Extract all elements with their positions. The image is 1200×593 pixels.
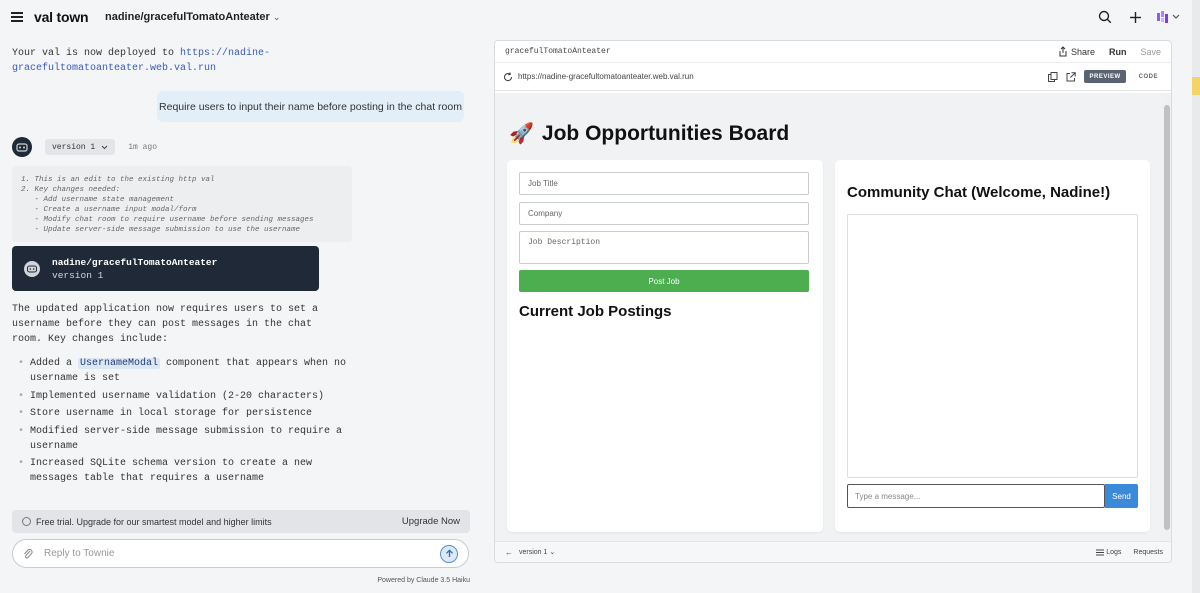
app-title-text: Job Opportunities Board — [541, 121, 790, 145]
trial-text: Free trial. Upgrade for our smartest mod… — [36, 516, 272, 527]
tab-preview[interactable]: PREVIEW — [1084, 70, 1126, 83]
project-name: nadine/gracefulTomatoAnteater — [105, 11, 270, 23]
preview-viewport: 🚀 Job Opportunities Board Job Title Comp… — [495, 93, 1163, 541]
reply-input[interactable]: Reply to Townie — [12, 539, 469, 568]
external-link-icon[interactable] — [1066, 71, 1077, 82]
logs-button[interactable]: Logs — [1096, 549, 1121, 556]
deploy-text: Your val is now deployed to — [12, 48, 181, 59]
reply-placeholder: Reply to Townie — [44, 548, 115, 559]
version-card-version: version 1 — [52, 269, 104, 281]
top-bar: val town nadine/gracefulTomatoAnteater ⌄ — [0, 0, 1200, 36]
changes-list: Added a UsernameModal component that app… — [18, 356, 348, 489]
top-actions — [1096, 8, 1182, 26]
footer-version-label: version 1 — [519, 549, 548, 556]
list-icon — [1096, 549, 1105, 555]
user-avatar-icon[interactable] — [1156, 8, 1182, 26]
chevron-down-icon: ⌄ — [272, 12, 281, 22]
job-description-textarea[interactable]: Job Description — [519, 231, 809, 264]
search-icon[interactable] — [1096, 8, 1114, 26]
back-arrow-icon[interactable]: ← — [505, 548, 513, 557]
job-description-placeholder: Job Description — [528, 238, 601, 247]
requests-button[interactable]: Requests — [1133, 549, 1163, 556]
logo[interactable]: val town — [34, 9, 89, 25]
powered-by: Powered by Claude 3.5 Haiku — [377, 577, 470, 584]
preview-footer: ← version 1 ⌄ Logs Requests — [495, 541, 1171, 562]
scrollbar[interactable] — [1163, 93, 1171, 541]
version-label: version 1 — [52, 142, 96, 152]
refresh-icon[interactable] — [503, 71, 513, 82]
chevron-down-icon — [101, 145, 108, 149]
share-button[interactable]: Share — [1058, 46, 1095, 57]
edge-highlight — [1192, 77, 1200, 95]
url-bar: https://nadine-gracefultomatoanteater.we… — [495, 63, 1171, 91]
footer-version-dropdown[interactable]: version 1 ⌄ — [519, 548, 555, 556]
version-card[interactable]: nadine/gracefulTomatoAnteater version 1 — [12, 246, 319, 291]
list-item: Modified server-side message submission … — [18, 424, 348, 454]
preview-header: gracefulTomatoAnteater Share Run Save — [495, 41, 1171, 63]
preview-panel: gracefulTomatoAnteater Share Run Save ht… — [494, 40, 1172, 563]
chat-card: Community Chat (Welcome, Nadine!) Type a… — [835, 160, 1150, 532]
edge-strip — [1192, 0, 1200, 593]
upgrade-button[interactable]: Upgrade Now — [402, 516, 460, 527]
list-item: Store username in local storage for pers… — [18, 406, 348, 421]
user-message: Require users to input their name before… — [157, 91, 464, 122]
val-name: gracefulTomatoAnteater — [505, 47, 611, 56]
tab-code[interactable]: CODE — [1134, 70, 1163, 83]
plus-icon[interactable] — [1126, 8, 1144, 26]
preview-url[interactable]: https://nadine-gracefultomatoanteater.we… — [518, 72, 694, 81]
run-button[interactable]: Run — [1109, 47, 1127, 57]
copy-icon[interactable] — [1048, 71, 1058, 82]
paperclip-icon[interactable] — [23, 548, 33, 560]
job-title-input[interactable]: Job Title — [519, 172, 809, 195]
post-job-button[interactable]: Post Job — [519, 270, 809, 292]
logs-label: Logs — [1106, 548, 1122, 556]
timestamp: 1m ago — [128, 142, 158, 152]
thinking-block: 1. This is an edit to the existing http … — [12, 166, 352, 242]
bot-icon — [12, 137, 32, 157]
chat-panel: Your val is now deployed to https://nadi… — [0, 36, 480, 593]
deploy-message: Your val is now deployed to https://nadi… — [12, 46, 312, 76]
company-input[interactable]: Company — [519, 202, 809, 225]
job-form-card: Job Title Company Job Description Post J… — [507, 160, 823, 532]
menu-icon[interactable] — [11, 12, 23, 22]
scrollbar-thumb[interactable] — [1164, 105, 1170, 530]
postings-heading: Current Job Postings — [519, 303, 672, 320]
chat-messages — [847, 214, 1138, 478]
list-item: Increased SQLite schema version to creat… — [18, 456, 348, 486]
chat-heading: Community Chat (Welcome, Nadine!) — [847, 184, 1111, 201]
list-item: Added a UsernameModal component that app… — [18, 356, 348, 386]
bot-icon — [24, 260, 40, 277]
trial-banner: Free trial. Upgrade for our smartest mod… — [12, 510, 470, 533]
summary-text: The updated application now requires use… — [12, 304, 319, 345]
rocket-icon: 🚀 — [509, 123, 534, 145]
info-icon — [22, 517, 31, 526]
share-icon — [1059, 46, 1067, 57]
save-button[interactable]: Save — [1140, 47, 1161, 57]
project-switcher[interactable]: nadine/gracefulTomatoAnteater ⌄ — [105, 11, 280, 23]
send-icon[interactable] — [440, 544, 458, 563]
list-item: Implemented username validation (2-20 ch… — [18, 389, 348, 404]
version-dropdown[interactable]: version 1 — [45, 139, 116, 155]
message-input[interactable]: Type a message... — [847, 484, 1105, 508]
bot-header: version 1 1m ago — [12, 137, 157, 157]
code-tag: UsernameModal — [78, 358, 161, 369]
share-label: Share — [1070, 46, 1095, 57]
app-title: 🚀 Job Opportunities Board — [509, 121, 789, 146]
send-button[interactable]: Send — [1105, 484, 1138, 508]
version-card-name: nadine/gracefulTomatoAnteater — [52, 256, 218, 268]
